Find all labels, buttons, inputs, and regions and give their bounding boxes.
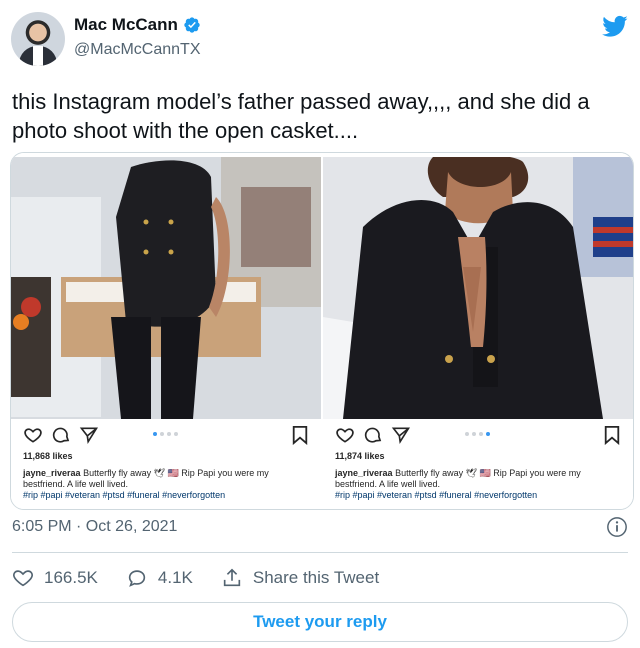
carousel-dots bbox=[465, 432, 490, 436]
carousel-dot bbox=[486, 432, 490, 436]
carousel-dot bbox=[174, 432, 178, 436]
instagram-bookmark-icon[interactable] bbox=[291, 425, 309, 445]
avatar[interactable] bbox=[11, 12, 65, 66]
twitter-logo-icon[interactable] bbox=[600, 13, 630, 39]
like-action[interactable]: 166.5K bbox=[12, 567, 98, 589]
carousel-dot bbox=[167, 432, 171, 436]
post-photo-left[interactable] bbox=[11, 157, 321, 419]
reply-action[interactable]: 4.1K bbox=[126, 567, 193, 589]
carousel-dot bbox=[160, 432, 164, 436]
post-photo-right[interactable] bbox=[323, 157, 633, 419]
like-count: 166.5K bbox=[44, 568, 98, 587]
instagram-bookmark-icon[interactable] bbox=[603, 425, 621, 445]
caption-hashtags[interactable]: #rip #papi #veteran #ptsd #funeral #neve… bbox=[23, 490, 225, 500]
instagram-share-icon[interactable] bbox=[79, 425, 99, 445]
carousel-dot bbox=[472, 432, 476, 436]
share-icon bbox=[223, 568, 241, 587]
tweet-timestamp[interactable]: 6:05 PM · Oct 26, 2021 bbox=[12, 518, 177, 536]
instagram-comment-icon[interactable] bbox=[363, 425, 383, 445]
instagram-heart-icon[interactable] bbox=[335, 425, 355, 445]
tweet-reply-button[interactable]: Tweet your reply bbox=[12, 602, 628, 642]
info-icon[interactable] bbox=[606, 516, 628, 538]
instagram-post-right: 11,874 likes jayne_riveraa Butterfly fly… bbox=[323, 153, 633, 509]
avatar-shirt bbox=[33, 46, 43, 66]
instagram-heart-icon[interactable] bbox=[23, 425, 43, 445]
divider bbox=[12, 552, 628, 553]
reply-count: 4.1K bbox=[157, 568, 193, 587]
caption-username[interactable]: jayne_riveraa bbox=[23, 468, 81, 478]
share-label: Share this Tweet bbox=[252, 568, 380, 587]
author-handle[interactable]: @MacMcCannTX bbox=[74, 41, 201, 59]
tweet-actions: 166.5K 4.1K Share this Tweet bbox=[12, 567, 407, 589]
carousel-dot bbox=[479, 432, 483, 436]
post-caption: jayne_riveraa Butterfly fly away 🕊 🇺🇸 Ri… bbox=[335, 468, 625, 501]
caption-username[interactable]: jayne_riveraa bbox=[335, 468, 393, 478]
instagram-share-icon[interactable] bbox=[391, 425, 411, 445]
instagram-comment-icon[interactable] bbox=[51, 425, 71, 445]
author-name-row: Mac McCann bbox=[74, 15, 201, 35]
display-name[interactable]: Mac McCann bbox=[74, 15, 178, 35]
caption-hashtags[interactable]: #rip #papi #veteran #ptsd #funeral #neve… bbox=[335, 490, 537, 500]
instagram-post-left: 11,868 likes jayne_riveraa Butterfly fly… bbox=[11, 153, 321, 509]
verified-badge-icon bbox=[184, 17, 200, 33]
tweet-media[interactable]: 11,868 likes jayne_riveraa Butterfly fly… bbox=[10, 152, 634, 510]
carousel-dots bbox=[153, 432, 178, 436]
share-action[interactable]: Share this Tweet bbox=[221, 567, 379, 589]
reply-icon bbox=[128, 570, 146, 587]
carousel-dot bbox=[153, 432, 157, 436]
likes-count: 11,868 likes bbox=[23, 451, 73, 461]
heart-icon bbox=[13, 570, 33, 587]
post-caption: jayne_riveraa Butterfly fly away 🕊 🇺🇸 Ri… bbox=[23, 468, 313, 501]
likes-count: 11,874 likes bbox=[335, 451, 385, 461]
carousel-dot bbox=[465, 432, 469, 436]
tweet-text: this Instagram model’s father passed awa… bbox=[12, 89, 590, 143]
